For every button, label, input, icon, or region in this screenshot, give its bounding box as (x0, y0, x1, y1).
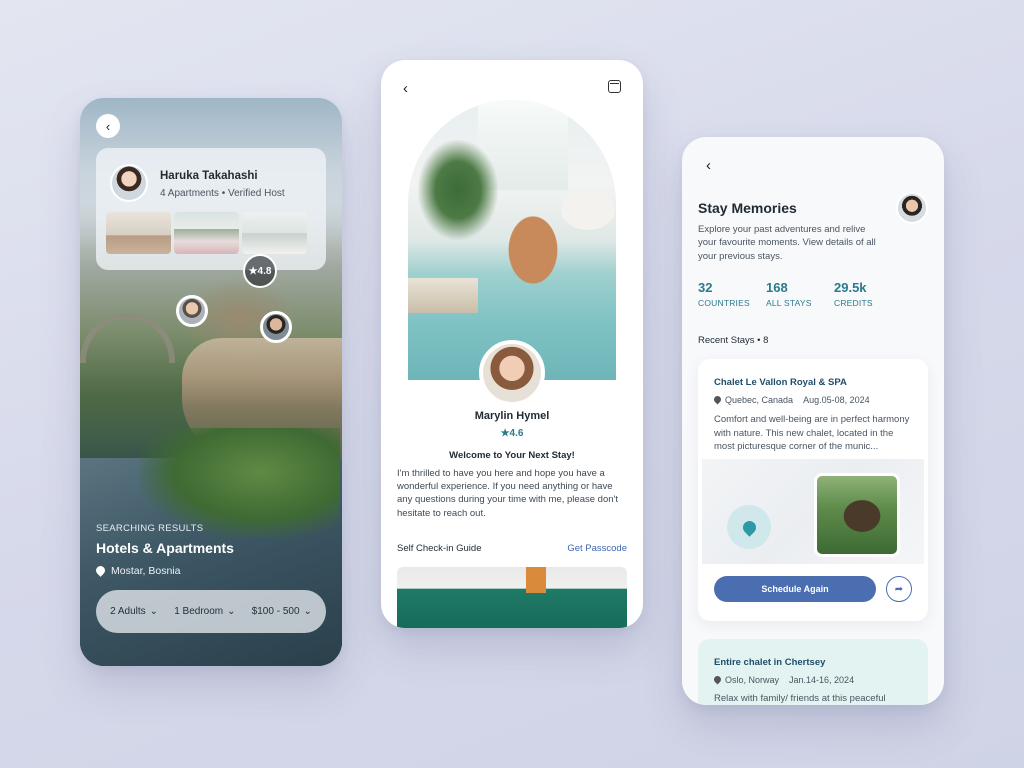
room-photo (408, 100, 616, 380)
stay-location: Quebec, Canada (712, 394, 794, 405)
filter-label: $100 - 500 (251, 606, 300, 617)
filter-bedrooms[interactable]: 1 Bedroom ⌄ (174, 606, 235, 617)
avatar[interactable] (896, 192, 928, 224)
guide-row: Self Check-in Guide Get Passcode (397, 543, 627, 554)
host-map-avatar[interactable] (260, 311, 292, 343)
lamp-photo (526, 567, 546, 593)
rating-value: 4.8 (257, 265, 272, 277)
stay-name: Entire chalet in Chertsey (714, 657, 826, 668)
phone-host-welcome: ‹ Marylin Hymel ★4.6 Welcome to Your Nex… (381, 60, 643, 628)
stat-value: 29.5k (834, 280, 867, 295)
host-map-avatar[interactable] (176, 295, 208, 327)
stat-value: 168 (766, 280, 788, 295)
chevron-left-icon: ‹ (105, 118, 111, 134)
stat-label: CREDITS (834, 298, 873, 308)
stat-credits: 29.5k CREDITS (834, 280, 902, 308)
stay-location: Oslo, Norway (712, 674, 780, 685)
stat-countries: 32 COUNTRIES (698, 280, 766, 308)
plant-photo (418, 140, 498, 240)
stay-card[interactable]: Chalet Le Vallon Royal & SPA Quebec, Can… (698, 359, 928, 621)
chevron-left-icon: ‹ (706, 157, 711, 174)
chevron-down-icon: ⌄ (149, 606, 159, 617)
stat-label: COUNTRIES (698, 298, 750, 308)
stat-value: 32 (698, 280, 713, 295)
page-title: Stay Memories (698, 200, 797, 216)
host-photos (106, 212, 307, 254)
host-name: Haruka Takahashi (160, 170, 258, 182)
host-card[interactable]: Haruka Takahashi 4 Apartments • Verified… (96, 148, 326, 270)
guide-title: Self Check-in Guide (397, 543, 482, 554)
recent-stays-label: Recent Stays • 8 (698, 335, 769, 346)
host-name: Marylin Hymel (474, 410, 550, 422)
page-title: Hotels & Apartments (96, 540, 234, 556)
stay-meta: Quebec, Canada Aug.05-08, 2024 (712, 394, 870, 405)
stat-all-stays: 168 ALL STAYS (766, 280, 834, 308)
avatar[interactable] (479, 340, 545, 406)
location-text: Mostar, Bosnia (111, 565, 181, 577)
filter-label: 2 Adults (110, 606, 146, 617)
page-description: Explore your past adventures and relive … (698, 224, 876, 262)
stay-dates: Jan.14-16, 2024 (789, 675, 855, 685)
stay-meta: Oslo, Norway Jan.14-16, 2024 (712, 674, 855, 685)
schedule-again-button[interactable]: Schedule Again (714, 576, 876, 602)
search-tag: SEARCHING RESULTS (96, 523, 204, 534)
welcome-body: I'm thrilled to have you here and hope y… (397, 468, 618, 519)
star-icon: ★ (248, 265, 258, 277)
get-passcode-link[interactable]: Get Passcode (567, 543, 627, 554)
chevron-down-icon: ⌄ (227, 606, 236, 617)
filter-bar: 2 Adults ⌄ 1 Bedroom ⌄ $100 - 500 ⌄ (96, 590, 326, 633)
stay-name: Chalet Le Vallon Royal & SPA (714, 377, 847, 388)
back-button[interactable]: ‹ (403, 80, 408, 97)
stay-dates: Aug.05-08, 2024 (803, 395, 870, 405)
stats-row: 32 COUNTRIES 168 ALL STAYS 29.5k CREDITS (698, 280, 902, 308)
location-pin-icon (712, 394, 723, 405)
share-button[interactable]: ➦ (886, 576, 912, 602)
host-meta: 4 Apartments • Verified Host (160, 188, 285, 199)
location-pin-icon (712, 674, 723, 685)
host-rating: ★4.6 (500, 428, 524, 439)
avatar (110, 164, 148, 202)
bridge-photo (80, 313, 175, 363)
guide-photo (397, 567, 627, 628)
location-pin-icon (96, 566, 105, 577)
location-text: Oslo, Norway (725, 675, 780, 685)
back-button[interactable]: ‹ (706, 157, 711, 174)
location-text: Quebec, Canada (725, 395, 794, 405)
calendar-icon[interactable] (608, 80, 621, 93)
map-pin-icon (727, 505, 771, 549)
stay-description: Comfort and well-being are in perfect ha… (714, 414, 910, 453)
stat-label: ALL STAYS (766, 298, 812, 308)
cabin-photo[interactable] (814, 473, 900, 557)
apartment-photo[interactable] (174, 212, 239, 254)
rating-map-pin[interactable]: ★ 4.8 (243, 254, 277, 288)
books-photo (408, 278, 478, 313)
chevron-left-icon: ‹ (403, 80, 408, 97)
riverbank-photo (140, 428, 340, 538)
stay-card[interactable]: Entire chalet in Chertsey Oslo, Norway J… (698, 639, 928, 705)
stay-description: Relax with family/ friends at this peace… (714, 693, 886, 704)
filter-adults[interactable]: 2 Adults ⌄ (110, 606, 158, 617)
phone-stay-memories: ‹ Stay Memories Explore your past advent… (682, 137, 944, 705)
apartment-photo[interactable] (106, 212, 171, 254)
location-pin-icon (739, 517, 759, 537)
filter-price[interactable]: $100 - 500 ⌄ (252, 606, 312, 617)
welcome-title: Welcome to Your Next Stay! (449, 450, 575, 461)
apartment-photo[interactable] (242, 212, 307, 254)
chevron-down-icon: ⌄ (303, 606, 312, 617)
filter-label: 1 Bedroom (174, 606, 224, 617)
back-button[interactable]: ‹ (96, 114, 120, 138)
share-icon: ➦ (894, 583, 904, 595)
location-label: Mostar, Bosnia (96, 565, 180, 577)
phone-search-results: ‹ Haruka Takahashi 4 Apartments • Verifi… (80, 98, 342, 666)
